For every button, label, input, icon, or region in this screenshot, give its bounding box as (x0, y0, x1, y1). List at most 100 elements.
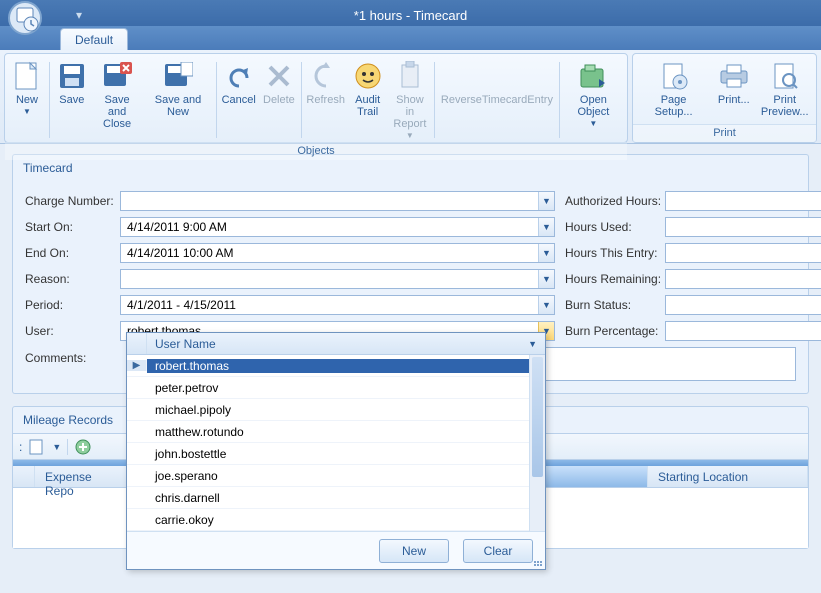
col-expense-report[interactable]: Expense Repo (35, 466, 131, 487)
period-combo[interactable]: ▼ (120, 295, 555, 315)
hours-this-entry-input[interactable] (665, 243, 821, 263)
open-object-button[interactable]: Open Object▼ (562, 58, 625, 130)
user-option[interactable]: michael.pipoly (127, 399, 545, 421)
authorized-hours-input[interactable] (665, 191, 821, 211)
window-title: *1 hours - Timecard (0, 8, 821, 23)
save-icon (56, 60, 88, 92)
user-option-label: michael.pipoly (147, 403, 545, 417)
end-on-combo[interactable]: ▼ (120, 243, 555, 263)
print-button[interactable]: Print... (712, 58, 755, 108)
label-charge-number: Charge Number: (25, 194, 120, 208)
user-option-label: john.bostettle (147, 447, 545, 461)
delete-icon (263, 60, 295, 92)
label-user: User: (25, 324, 120, 338)
refresh-button: Refresh (304, 58, 348, 108)
undo-icon (223, 60, 255, 92)
save-button[interactable]: Save (52, 58, 92, 108)
chevron-down-icon[interactable]: ▼ (538, 192, 554, 210)
user-option[interactable]: joe.sperano (127, 465, 545, 487)
reason-combo[interactable]: ▼ (120, 269, 555, 289)
chevron-down-icon[interactable]: ▼ (538, 296, 554, 314)
scrollbar-thumb[interactable] (532, 357, 543, 477)
page-setup-button[interactable]: Page Setup... (635, 58, 712, 120)
cancel-button[interactable]: Cancel (219, 58, 259, 108)
new-record-icon[interactable] (28, 438, 46, 456)
chevron-down-icon[interactable]: ▼ (538, 270, 554, 288)
label-hours-remaining: Hours Remaining: (565, 272, 665, 286)
label-hours-used: Hours Used: (565, 220, 665, 234)
save-and-close-button[interactable]: Save and Close (92, 58, 143, 132)
chevron-down-icon[interactable]: ▼ (538, 218, 554, 236)
popup-column-header[interactable]: User Name ▼ (147, 333, 545, 354)
new-button[interactable]: New▼ (7, 58, 47, 118)
label-comments: Comments: (25, 347, 120, 381)
ribbon-group-objects: Objects (5, 142, 627, 160)
label-authorized-hours: Authorized Hours: (565, 194, 665, 208)
user-option[interactable]: chris.darnell (127, 487, 545, 509)
page-setup-icon (658, 60, 690, 92)
user-option[interactable]: ▶robert.thomas (127, 355, 545, 377)
gear-icon (481, 60, 513, 92)
label-hours-this-entry: Hours This Entry: (565, 246, 665, 260)
label-reason: Reason: (25, 272, 120, 286)
add-record-icon[interactable] (74, 438, 92, 456)
scrollbar[interactable] (529, 355, 545, 531)
save-new-icon (162, 60, 194, 92)
label-start-on: Start On: (25, 220, 120, 234)
refresh-icon (310, 60, 342, 92)
user-option[interactable]: john.bostettle (127, 443, 545, 465)
open-object-icon (577, 60, 609, 92)
label-period: Period: (25, 298, 120, 312)
user-option[interactable]: carrie.okoy (127, 509, 545, 531)
dropdown-icon[interactable]: ▼ (52, 442, 61, 452)
reverse-timecard-entry-button: ReverseTimecardEntry (437, 58, 557, 108)
user-option-label: chris.darnell (147, 491, 545, 505)
user-option[interactable]: matthew.rotundo (127, 421, 545, 443)
user-option[interactable]: peter.petrov (127, 377, 545, 399)
app-icon[interactable] (5, 0, 65, 38)
label-burn-status: Burn Status: (565, 298, 665, 312)
ribbon: New▼ Save Save and Close Save and New Ca… (0, 50, 821, 144)
user-option-label: peter.petrov (147, 381, 545, 395)
user-option-label: robert.thomas (147, 359, 545, 373)
save-close-icon (101, 60, 133, 92)
popup-new-button[interactable]: New (379, 539, 449, 563)
save-and-new-button[interactable]: Save and New (142, 58, 213, 120)
tab-default[interactable]: Default (60, 28, 128, 50)
popup-select-all[interactable] (127, 333, 147, 354)
popup-clear-button[interactable]: Clear (463, 539, 533, 563)
charge-number-input[interactable] (121, 192, 538, 210)
resize-grip-icon[interactable] (532, 556, 542, 566)
grid-row-selector-header (13, 466, 35, 487)
user-option-label: joe.sperano (147, 469, 545, 483)
label-end-on: End On: (25, 246, 120, 260)
user-list[interactable]: ▶robert.thomas peter.petrov michael.pipoly… (127, 355, 545, 531)
burn-percentage-input[interactable] (665, 321, 821, 341)
ribbon-tabstrip: Default (0, 26, 821, 50)
user-option-label: carrie.okoy (147, 513, 545, 527)
col-starting-location[interactable]: Starting Location (648, 466, 808, 487)
burn-status-input[interactable] (665, 295, 821, 315)
delete-button: Delete (259, 58, 299, 108)
period-input[interactable] (121, 296, 538, 314)
start-on-input[interactable] (121, 218, 538, 236)
row-indicator-icon: ▶ (127, 360, 147, 371)
label-burn-percentage: Burn Percentage: (565, 324, 665, 338)
print-preview-icon (769, 60, 801, 92)
hours-used-input[interactable] (665, 217, 821, 237)
end-on-input[interactable] (121, 244, 538, 262)
start-on-combo[interactable]: ▼ (120, 217, 555, 237)
chevron-down-icon[interactable]: ▼ (538, 244, 554, 262)
report-icon (394, 60, 426, 92)
ribbon-group-print: Print (633, 124, 816, 142)
show-in-report-button: Show in Report▼ (388, 58, 432, 142)
chevron-left-icon[interactable]: : (19, 440, 22, 454)
reason-input[interactable] (121, 270, 538, 288)
hours-remaining-input[interactable] (665, 269, 821, 289)
sort-icon: ▼ (528, 339, 537, 349)
audit-trail-button[interactable]: Audit Trail (348, 58, 388, 120)
printer-icon (718, 60, 750, 92)
charge-number-combo[interactable]: ▼ (120, 191, 555, 211)
user-option-label: matthew.rotundo (147, 425, 545, 439)
print-preview-button[interactable]: Print Preview... (755, 58, 814, 120)
